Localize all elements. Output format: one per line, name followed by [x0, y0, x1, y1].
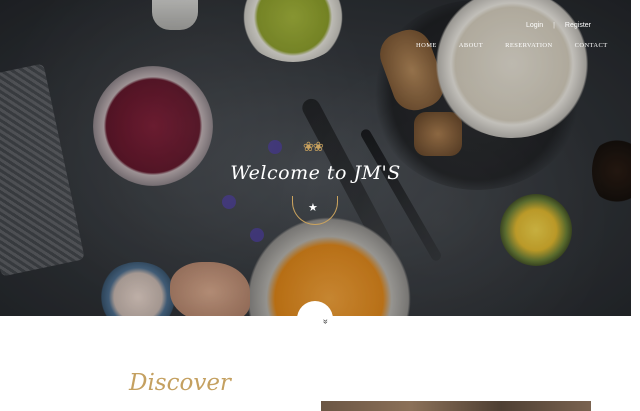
account-links: Login | Register	[526, 22, 591, 29]
chevron-down-icon: »	[321, 318, 332, 325]
nav-reservation[interactable]: RESERVATION	[505, 42, 552, 49]
discover-image	[321, 401, 591, 411]
scroll-down-button[interactable]: »	[297, 301, 333, 337]
hero-title: Welcome to JM'S	[230, 162, 401, 184]
login-link[interactable]: Login	[526, 22, 543, 29]
star-icon: ★	[308, 202, 318, 214]
nav-contact[interactable]: CONTACT	[575, 42, 608, 49]
link-separator: |	[553, 22, 555, 29]
register-link[interactable]: Register	[565, 22, 591, 29]
nav-about[interactable]: ABOUT	[459, 42, 483, 49]
discover-heading: Discover	[129, 370, 231, 396]
nav-home[interactable]: HOME	[416, 42, 437, 49]
main-nav: HOME ABOUT RESERVATION CONTACT	[416, 42, 608, 49]
ornament-icon: ❀❀	[303, 139, 324, 154]
hero-banner: Login | Register HOME ABOUT RESERVATION …	[0, 0, 631, 316]
